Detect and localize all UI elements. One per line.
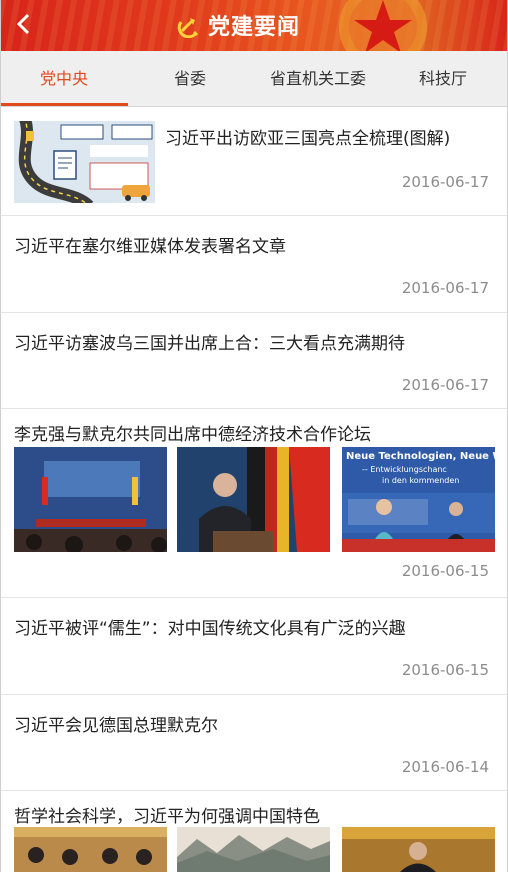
tab-party-central[interactable]: 党中央 <box>14 51 114 107</box>
article-thumbnail <box>14 121 155 203</box>
page-title: 党建要闻 <box>208 15 301 40</box>
article-item[interactable]: 习近平被评“儒生”：对中国传统文化具有广泛的兴趣 2016-06-15 <box>0 598 508 695</box>
image-caption: Neue Technologien, Neue Wirtsc <box>346 451 495 462</box>
article-date: 2016-06-15 <box>401 661 489 679</box>
article-item[interactable]: 习近平访塞波乌三国并出席上合：三大看点充满期待 2016-06-17 <box>0 313 508 409</box>
article-image <box>177 827 330 872</box>
article-title: 哲学社会科学，习近平为何强调中国特色 <box>14 807 320 827</box>
article-title: 习近平在塞尔维亚媒体发表署名文章 <box>14 237 286 257</box>
header-title-group: 党建要闻 <box>176 8 300 42</box>
article-title: 习近平访塞波乌三国并出席上合：三大看点充满期待 <box>14 334 405 354</box>
category-tabs: 党中央 省委 省直机关工委 科技厅 <box>0 51 508 107</box>
article-image <box>342 827 495 872</box>
article-image: Neue Technologien, Neue Wirtsc -- Entwic… <box>342 447 495 552</box>
back-arrow-icon[interactable] <box>10 10 38 40</box>
image-caption: -- Entwicklungschanc <box>362 465 447 474</box>
article-date: 2016-06-17 <box>401 279 489 297</box>
left-border <box>0 0 1 872</box>
article-item[interactable]: 习近平出访欧亚三国亮点全梳理(图解) 2016-06-17 <box>0 107 508 216</box>
article-image <box>14 447 167 552</box>
tab-provincial-organs[interactable]: 省直机关工委 <box>252 51 384 107</box>
article-date: 2016-06-17 <box>401 376 489 394</box>
article-date: 2016-06-15 <box>401 562 489 580</box>
tab-provincial-committee[interactable]: 省委 <box>140 51 240 107</box>
star-icon <box>339 0 427 51</box>
article-date: 2016-06-14 <box>401 758 489 776</box>
article-title: 李克强与默克尔共同出席中德经济技术合作论坛 <box>14 425 371 445</box>
article-image <box>14 827 167 872</box>
party-emblem-icon <box>177 18 199 38</box>
image-caption: in den kommenden <box>382 476 460 485</box>
article-item[interactable]: 习近平会见德国总理默克尔 2016-06-14 <box>0 695 508 791</box>
article-date: 2016-06-17 <box>401 173 489 191</box>
article-title: 习近平被评“儒生”：对中国传统文化具有广泛的兴趣 <box>14 619 406 639</box>
article-item[interactable]: 习近平在塞尔维亚媒体发表署名文章 2016-06-17 <box>0 216 508 313</box>
article-title: 习近平出访欧亚三国亮点全梳理(图解) <box>165 129 451 149</box>
app-header: 党建要闻 <box>0 0 508 51</box>
article-image <box>177 447 330 552</box>
tab-science-dept[interactable]: 科技厅 <box>398 51 488 107</box>
active-tab-indicator <box>0 103 128 106</box>
article-title: 习近平会见德国总理默克尔 <box>14 716 218 736</box>
article-item[interactable]: 哲学社会科学，习近平为何强调中国特色 <box>0 791 508 872</box>
article-item[interactable]: 李克强与默克尔共同出席中德经济技术合作论坛 Neue Technologien,… <box>0 409 508 598</box>
